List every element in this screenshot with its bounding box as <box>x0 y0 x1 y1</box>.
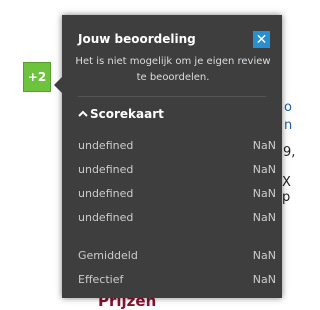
scorecard-row-label: undefined <box>78 186 134 200</box>
scorecard-list: undefined NaN undefined NaN undefined Na… <box>78 133 276 229</box>
scorecard-row-value: NaN <box>252 162 276 176</box>
scorecard-row: undefined NaN <box>78 157 276 181</box>
summary-value: NaN <box>252 272 276 286</box>
background-link-fragment[interactable]: o <box>284 100 292 115</box>
close-button[interactable]: ✕ <box>253 31 270 48</box>
chevron-up-icon <box>78 110 88 117</box>
summary-label: Gemiddeld <box>78 248 138 262</box>
scorecard-title: Scorekaart <box>90 107 164 121</box>
divider <box>78 96 266 97</box>
score-summary: Gemiddeld NaN Effectief NaN <box>78 243 276 291</box>
summary-value: NaN <box>252 248 276 262</box>
popup-message: Het is niet mogelijk om je eigen review … <box>75 56 271 83</box>
popup-pointer-arrow <box>54 77 62 93</box>
scorecard-row: undefined NaN <box>78 181 276 205</box>
close-icon: ✕ <box>255 31 268 48</box>
summary-label: Effectief <box>78 272 124 286</box>
background-text-fragment: 9, <box>283 145 296 160</box>
scorecard-row-label: undefined <box>78 138 134 152</box>
summary-row-average: Gemiddeld NaN <box>78 243 276 267</box>
rating-popup: Jouw beoordeling ✕ Het is niet mogelijk … <box>54 15 282 298</box>
background-link-fragment[interactable]: n <box>284 118 292 133</box>
scorecard-row: undefined NaN <box>78 133 276 157</box>
rating-score-badge[interactable]: +2 <box>23 62 51 92</box>
scorecard-toggle[interactable]: Scorekaart <box>78 107 164 121</box>
popup-title: Jouw beoordeling <box>78 32 196 46</box>
scorecard-row-label: undefined <box>78 162 134 176</box>
scorecard-row: undefined NaN <box>78 205 276 229</box>
scorecard-row-value: NaN <box>252 138 276 152</box>
scorecard-row-value: NaN <box>252 210 276 224</box>
scorecard-row-value: NaN <box>252 186 276 200</box>
summary-row-effective: Effectief NaN <box>78 267 276 291</box>
scorecard-row-label: undefined <box>78 210 134 224</box>
background-text-fragment: X p <box>282 175 291 205</box>
